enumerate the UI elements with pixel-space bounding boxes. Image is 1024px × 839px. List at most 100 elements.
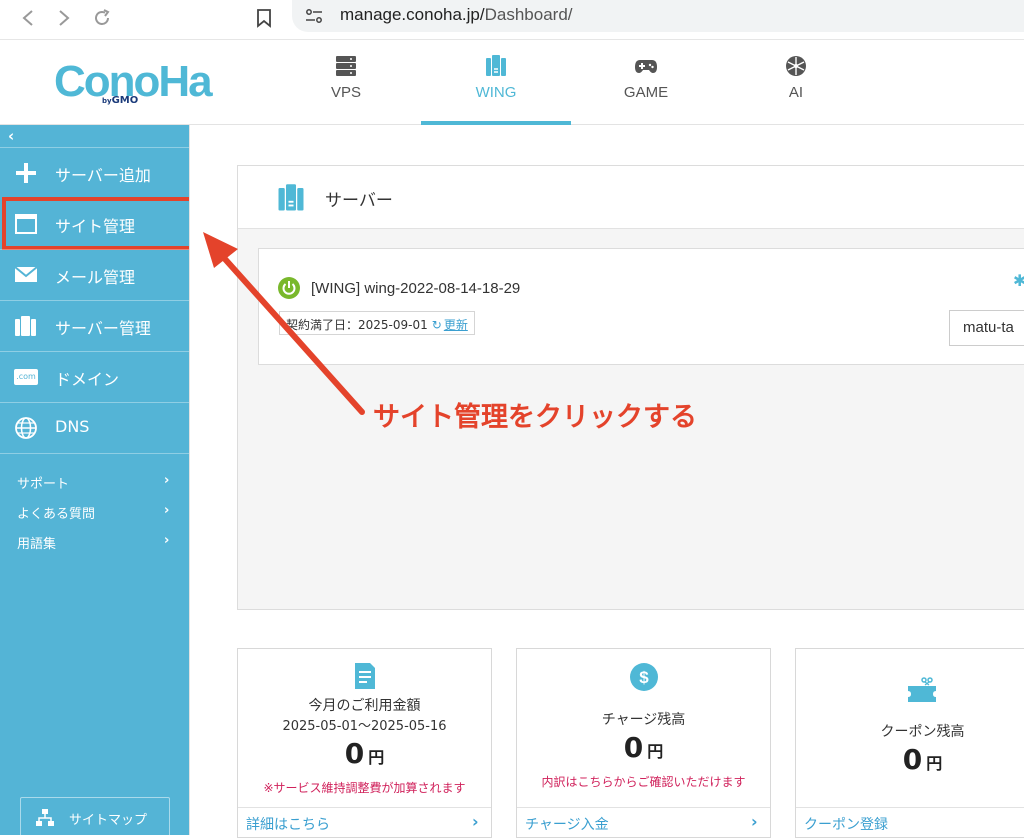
sitemap-label: サイトマップ xyxy=(69,813,148,828)
sidebar-item-server-management[interactable]: サーバー管理 xyxy=(0,300,189,351)
url-path: Dashboard/ xyxy=(484,5,573,24)
conoha-logo[interactable]: ConoHa byGMO xyxy=(54,57,214,107)
wing-server-icon xyxy=(486,55,506,76)
amount-value: 0 xyxy=(902,743,923,776)
billing-title: チャージ残高 xyxy=(601,712,686,728)
amount-value: 0 xyxy=(344,737,365,770)
billing-amount: 0円 xyxy=(238,737,491,770)
url-text: manage.conoha.jp/Dashboard/ xyxy=(340,5,573,25)
ai-chip-icon xyxy=(786,56,806,76)
reload-button[interactable] xyxy=(88,4,116,32)
amount-unit: 円 xyxy=(926,754,943,773)
billing-card-usage: 今月のご利用金額 2025-05-01～2025-05-16 0円 ※サービス維… xyxy=(237,648,492,838)
back-button[interactable] xyxy=(14,4,42,32)
tab-vps[interactable]: VPS xyxy=(271,40,421,125)
back-arrow-icon xyxy=(22,10,33,26)
domain-com-icon: .com xyxy=(14,369,38,385)
server-panel-header: サーバー xyxy=(238,166,1024,229)
billing-card-charge: $ チャージ残高 0円 内訳はこちらからご確認いただけます チャージ入金 › xyxy=(516,648,771,838)
sidebar: ‹ サーバー追加 サイト管理 メール管理 サーバー管理 .com ドメイン DN… xyxy=(0,125,198,837)
tab-game-label: GAME xyxy=(623,84,669,101)
tab-ai[interactable]: AI xyxy=(721,40,871,125)
gamepad-icon xyxy=(635,60,657,73)
sidebar-collapse-button[interactable]: ‹ xyxy=(8,127,14,145)
plus-icon xyxy=(16,163,36,183)
chevron-right-icon: › xyxy=(164,503,170,518)
renew-link[interactable]: 更新 xyxy=(444,318,468,332)
sidebar-item-label: サーバー追加 xyxy=(55,166,151,185)
footer-label: チャージ入金 xyxy=(525,817,609,833)
app-header: ConoHa byGMO VPS WING GAME AI xyxy=(0,40,1024,126)
sidebar-item-site-management[interactable]: サイト管理 xyxy=(2,197,198,250)
footer-label: クーポン登録 xyxy=(804,817,888,833)
address-bar[interactable]: manage.conoha.jp/Dashboard/ xyxy=(292,0,1024,32)
server-name[interactable]: [WING] wing-2022-08-14-18-29 xyxy=(311,280,520,297)
billing-title: 今月のご利用金額 xyxy=(308,698,421,714)
reload-icon xyxy=(95,9,110,25)
tab-vps-label: VPS xyxy=(330,84,361,101)
sitemap-icon xyxy=(36,809,54,826)
server-card[interactable]: [WING] wing-2022-08-14-18-29 契約満了日：2025-… xyxy=(258,248,1024,365)
globe-icon xyxy=(15,417,37,439)
billing-card-coupon: クーポン残高 0円 クーポン登録 xyxy=(795,648,1024,838)
tab-game[interactable]: GAME xyxy=(571,40,721,125)
billing-period: 2025-05-01～2025-05-16 xyxy=(282,719,447,734)
footer-label: 詳細はこちら xyxy=(246,817,330,833)
sidebar-item-label: ドメイン xyxy=(55,370,120,389)
sidebar-item-label: サーバー管理 xyxy=(55,319,151,338)
sidebar-item-label: メール管理 xyxy=(55,268,136,287)
logo-brand: GMO xyxy=(111,95,139,106)
chevron-right-icon: › xyxy=(164,473,170,488)
server-icon xyxy=(15,316,36,336)
renew-icon: ↻ xyxy=(431,318,442,332)
sidebar-link-support[interactable]: サポート › xyxy=(17,473,169,492)
sidebar-item-dns[interactable]: DNS xyxy=(0,402,189,453)
logo-by: by xyxy=(102,97,112,105)
amount-value: 0 xyxy=(623,731,644,764)
amount-unit: 円 xyxy=(368,748,385,767)
bookmark-button[interactable] xyxy=(250,4,278,32)
billing-footer-link[interactable]: 詳細はこちら › xyxy=(238,807,491,839)
svg-text:$: $ xyxy=(639,668,649,687)
annotation-text: サイト管理をクリックする xyxy=(373,402,697,433)
server-panel: サーバー [WING] wing-2022-08-14-18-29 契約満了日：… xyxy=(237,165,1024,610)
contract-expiry-badge: 契約満了日：2025-09-01 ↻ 更新 xyxy=(279,311,475,335)
settings-icon[interactable]: ✱ xyxy=(1013,271,1024,290)
power-status-icon xyxy=(278,277,300,299)
mail-icon xyxy=(14,266,38,282)
server-rack-icon xyxy=(336,56,356,76)
site-settings-icon xyxy=(306,9,322,23)
amount-unit: 円 xyxy=(647,742,664,761)
chevron-right-icon: › xyxy=(472,812,479,831)
billing-amount: 0円 xyxy=(796,743,1024,776)
sidebar-item-mail[interactable]: メール管理 xyxy=(0,249,189,300)
chevron-right-icon: › xyxy=(164,533,170,548)
sidebar-link-faq[interactable]: よくある質問 › xyxy=(17,503,169,522)
sidebar-link-label: 用語集 xyxy=(17,537,57,552)
main-divider xyxy=(189,125,190,835)
domain-select[interactable]: matu-ta xyxy=(949,310,1024,346)
url-host: manage.conoha.jp/ xyxy=(340,5,485,24)
sidebar-divider xyxy=(0,453,189,454)
invoice-icon xyxy=(355,663,375,689)
forward-arrow-icon xyxy=(59,10,70,26)
contract-expiry-text: 契約満了日：2025-09-01 xyxy=(286,318,428,332)
forward-button[interactable] xyxy=(50,4,78,32)
server-panel-title: サーバー xyxy=(325,191,393,211)
browser-window-icon xyxy=(15,214,37,234)
sitemap-button[interactable]: サイトマップ xyxy=(20,797,170,837)
billing-footer-link[interactable]: チャージ入金 › xyxy=(517,807,770,839)
sidebar-item-label: サイト管理 xyxy=(55,217,136,236)
tab-wing-label: WING xyxy=(475,84,517,101)
bookmark-icon xyxy=(257,9,271,28)
chevron-right-icon: › xyxy=(751,812,758,831)
billing-footer-link[interactable]: クーポン登録 xyxy=(796,807,1024,839)
sidebar-link-glossary[interactable]: 用語集 › xyxy=(17,533,169,552)
tab-wing[interactable]: WING xyxy=(421,40,571,126)
sidebar-link-label: よくある質問 xyxy=(17,507,96,522)
billing-note: ※サービス維持調整費が加算されます xyxy=(263,781,466,795)
wing-server-icon xyxy=(278,184,304,211)
sidebar-item-domain[interactable]: .com ドメイン xyxy=(0,351,189,402)
sidebar-item-add-server[interactable]: サーバー追加 xyxy=(0,147,189,198)
main-content: サーバー [WING] wing-2022-08-14-18-29 契約満了日：… xyxy=(189,125,1024,838)
